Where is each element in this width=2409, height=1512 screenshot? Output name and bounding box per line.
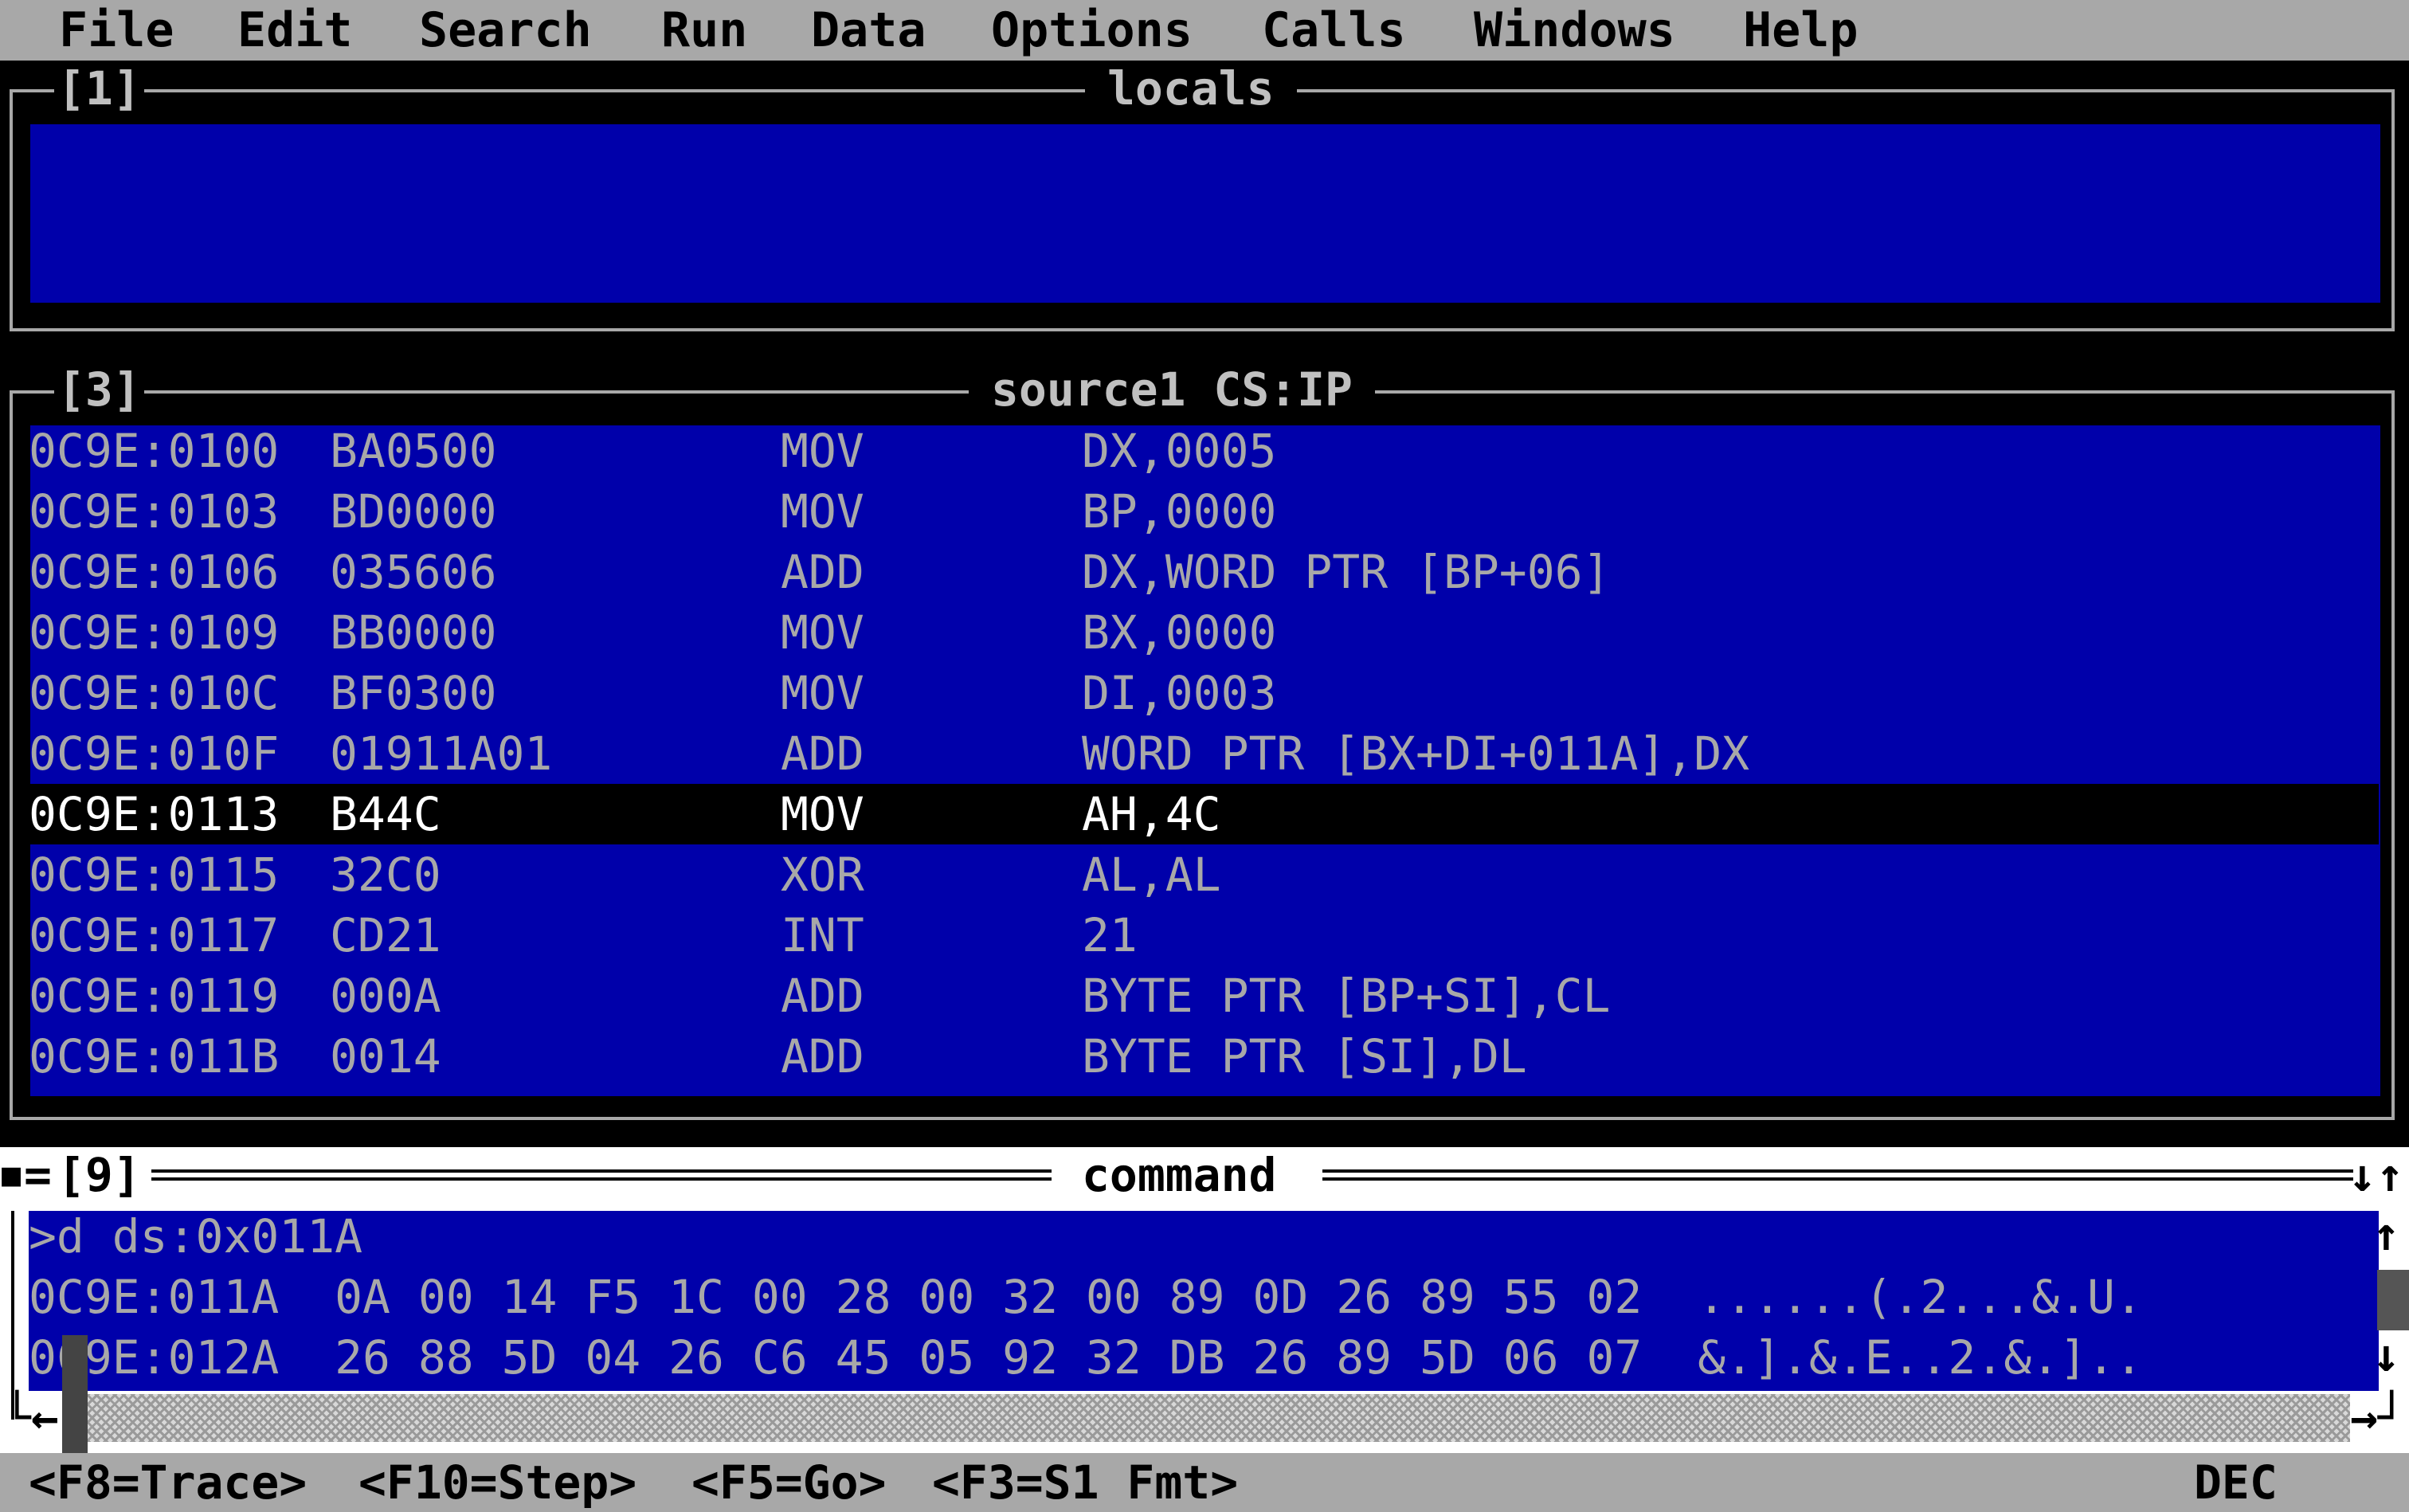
locals-window[interactable] bbox=[10, 89, 2395, 331]
scroll-left-icon[interactable]: └← bbox=[3, 1391, 59, 1443]
code-address: 0C9E:0109 bbox=[29, 605, 280, 660]
code-operands: BYTE PTR [BP+SI],CL bbox=[1082, 969, 1611, 1023]
locals-content[interactable] bbox=[30, 124, 2380, 303]
code-mnemonic: MOV bbox=[781, 424, 864, 478]
menu-bar: File Edit Search Run Data Options Calls … bbox=[0, 0, 2409, 61]
code-bytes: BA0500 bbox=[330, 424, 497, 478]
code-row[interactable]: 0C9E:011B 0014 ADD BYTE PTR [SI],DL bbox=[29, 1026, 2379, 1087]
horizontal-scroll-track[interactable] bbox=[88, 1394, 2350, 1442]
code-mnemonic: MOV bbox=[781, 484, 864, 539]
code-operands: AL,AL bbox=[1082, 848, 1221, 902]
dump-line: 0C9E:011A 0A 00 14 F5 1C 00 28 00 32 00 … bbox=[29, 1270, 2143, 1324]
status-bar: <F8=Trace> <F10=Step> <F5=Go> <F3=S1 Fmt… bbox=[0, 1453, 2409, 1512]
code-mnemonic: ADD bbox=[781, 727, 864, 781]
code-mnemonic: ADD bbox=[781, 969, 864, 1023]
code-operands: DI,0003 bbox=[1082, 666, 1277, 720]
code-address: 0C9E:011B bbox=[29, 1029, 280, 1083]
code-mnemonic: XOR bbox=[781, 848, 864, 902]
maximize-arrows-icon[interactable]: ↓↑ bbox=[2348, 1149, 2404, 1201]
code-row[interactable]: 0C9E:0100 BA0500 MOV DX,0005 bbox=[29, 421, 2379, 481]
code-operands: BYTE PTR [SI],DL bbox=[1082, 1029, 1527, 1083]
locals-window-title: locals bbox=[1085, 62, 1297, 115]
code-row[interactable]: 0C9E:0103 BD0000 MOV BP,0000 bbox=[29, 481, 2379, 542]
code-row[interactable]: 0C9E:010C BF0300 MOV DI,0003 bbox=[29, 663, 2379, 723]
menu-calls[interactable]: Calls bbox=[1262, 0, 1406, 61]
code-address: 0C9E:010C bbox=[29, 666, 280, 720]
code-row[interactable]: 0C9E:0109 BB0000 MOV BX,0000 bbox=[29, 602, 2379, 663]
code-mnemonic: MOV bbox=[781, 605, 864, 660]
vertical-scroll-thumb[interactable] bbox=[2377, 1270, 2409, 1330]
code-address: 0C9E:010F bbox=[29, 727, 280, 781]
code-operands: BP,0000 bbox=[1082, 484, 1277, 539]
code-operands: WORD PTR [BX+DI+011A],DX bbox=[1082, 727, 1750, 781]
code-bytes: 0014 bbox=[330, 1029, 441, 1083]
command-left-border bbox=[11, 1211, 14, 1420]
code-operands: 21 bbox=[1082, 908, 1138, 962]
scroll-down-icon[interactable]: ↓ bbox=[2372, 1329, 2400, 1381]
code-address: 0C9E:0119 bbox=[29, 969, 280, 1023]
code-mnemonic: INT bbox=[781, 908, 864, 962]
code-bytes: BB0000 bbox=[330, 605, 497, 660]
text-cursor bbox=[62, 1335, 88, 1453]
code-bytes: 035606 bbox=[330, 545, 497, 599]
code-bytes: B44C bbox=[330, 787, 441, 841]
step-key-hint[interactable]: <F10=Step> bbox=[358, 1453, 637, 1512]
window-border-glyph: = bbox=[24, 1148, 52, 1202]
command-input-line[interactable]: >d ds:0x011A bbox=[29, 1206, 362, 1267]
menu-data[interactable]: Data bbox=[811, 0, 926, 61]
menu-file[interactable]: File bbox=[59, 0, 174, 61]
code-address: 0C9E:0106 bbox=[29, 545, 280, 599]
code-address: 0C9E:0117 bbox=[29, 908, 280, 962]
menu-run[interactable]: Run bbox=[661, 0, 747, 61]
code-row[interactable]: 0C9E:0115 32C0 XOR AL,AL bbox=[29, 844, 2379, 905]
code-bytes: 32C0 bbox=[330, 848, 441, 902]
scroll-right-icon[interactable]: →┘ bbox=[2350, 1391, 2406, 1443]
source-window-number[interactable]: [3] bbox=[54, 363, 144, 416]
locals-window-number[interactable]: [1] bbox=[54, 62, 144, 115]
dump-line: 0C9E:012A 26 88 5D 04 26 C6 45 05 92 32 … bbox=[29, 1330, 2143, 1385]
code-address: 0C9E:0100 bbox=[29, 424, 280, 478]
code-address: 0C9E:0103 bbox=[29, 484, 280, 539]
command-title-rule-left bbox=[151, 1169, 1052, 1181]
code-mnemonic: ADD bbox=[781, 545, 864, 599]
code-bytes: 01911A01 bbox=[330, 727, 553, 781]
code-bytes: 000A bbox=[330, 969, 441, 1023]
trace-key-hint[interactable]: <F8=Trace> bbox=[29, 1453, 307, 1512]
source-window-title: source1 CS:IP bbox=[969, 363, 1375, 416]
go-key-hint[interactable]: <F5=Go> bbox=[691, 1453, 886, 1512]
command-window-title: command bbox=[1060, 1149, 1299, 1201]
current-instruction-row[interactable]: 0C9E:0113 B44C MOV AH,4C bbox=[29, 784, 2379, 844]
scroll-up-icon[interactable]: ↑ bbox=[2372, 1208, 2400, 1260]
code-row[interactable]: 0C9E:0106 035606 ADD DX,WORD PTR [BP+06] bbox=[29, 542, 2379, 602]
code-operands: BX,0000 bbox=[1082, 605, 1277, 660]
format-key-hint[interactable]: <F3=S1 Fmt> bbox=[932, 1453, 1238, 1512]
radix-indicator: DEC bbox=[2194, 1455, 2278, 1510]
menu-windows[interactable]: Windows bbox=[1474, 0, 1675, 61]
menu-search[interactable]: Search bbox=[419, 0, 592, 61]
menu-help[interactable]: Help bbox=[1743, 0, 1859, 61]
code-mnemonic: MOV bbox=[781, 787, 864, 841]
code-row[interactable]: 0C9E:0117 CD21 INT 21 bbox=[29, 905, 2379, 966]
close-box-icon[interactable]: ■ bbox=[2, 1149, 21, 1201]
menu-options[interactable]: Options bbox=[991, 0, 1193, 61]
code-address: 0C9E:0113 bbox=[29, 787, 280, 841]
code-bytes: BD0000 bbox=[330, 484, 497, 539]
command-title-rule-right bbox=[1322, 1169, 2353, 1181]
code-bytes: BF0300 bbox=[330, 666, 497, 720]
code-address: 0C9E:0115 bbox=[29, 848, 280, 902]
menu-edit[interactable]: Edit bbox=[237, 0, 353, 61]
code-operands: DX,0005 bbox=[1082, 424, 1277, 478]
code-operands: AH,4C bbox=[1082, 787, 1221, 841]
code-row[interactable]: 0C9E:0119 000A ADD BYTE PTR [BP+SI],CL bbox=[29, 966, 2379, 1026]
code-row[interactable]: 0C9E:010F 01911A01 ADD WORD PTR [BX+DI+0… bbox=[29, 723, 2379, 784]
code-mnemonic: ADD bbox=[781, 1029, 864, 1083]
code-operands: DX,WORD PTR [BP+06] bbox=[1082, 545, 1611, 599]
command-window-number[interactable]: [9] bbox=[57, 1149, 141, 1201]
code-bytes: CD21 bbox=[330, 908, 441, 962]
code-mnemonic: MOV bbox=[781, 666, 864, 720]
